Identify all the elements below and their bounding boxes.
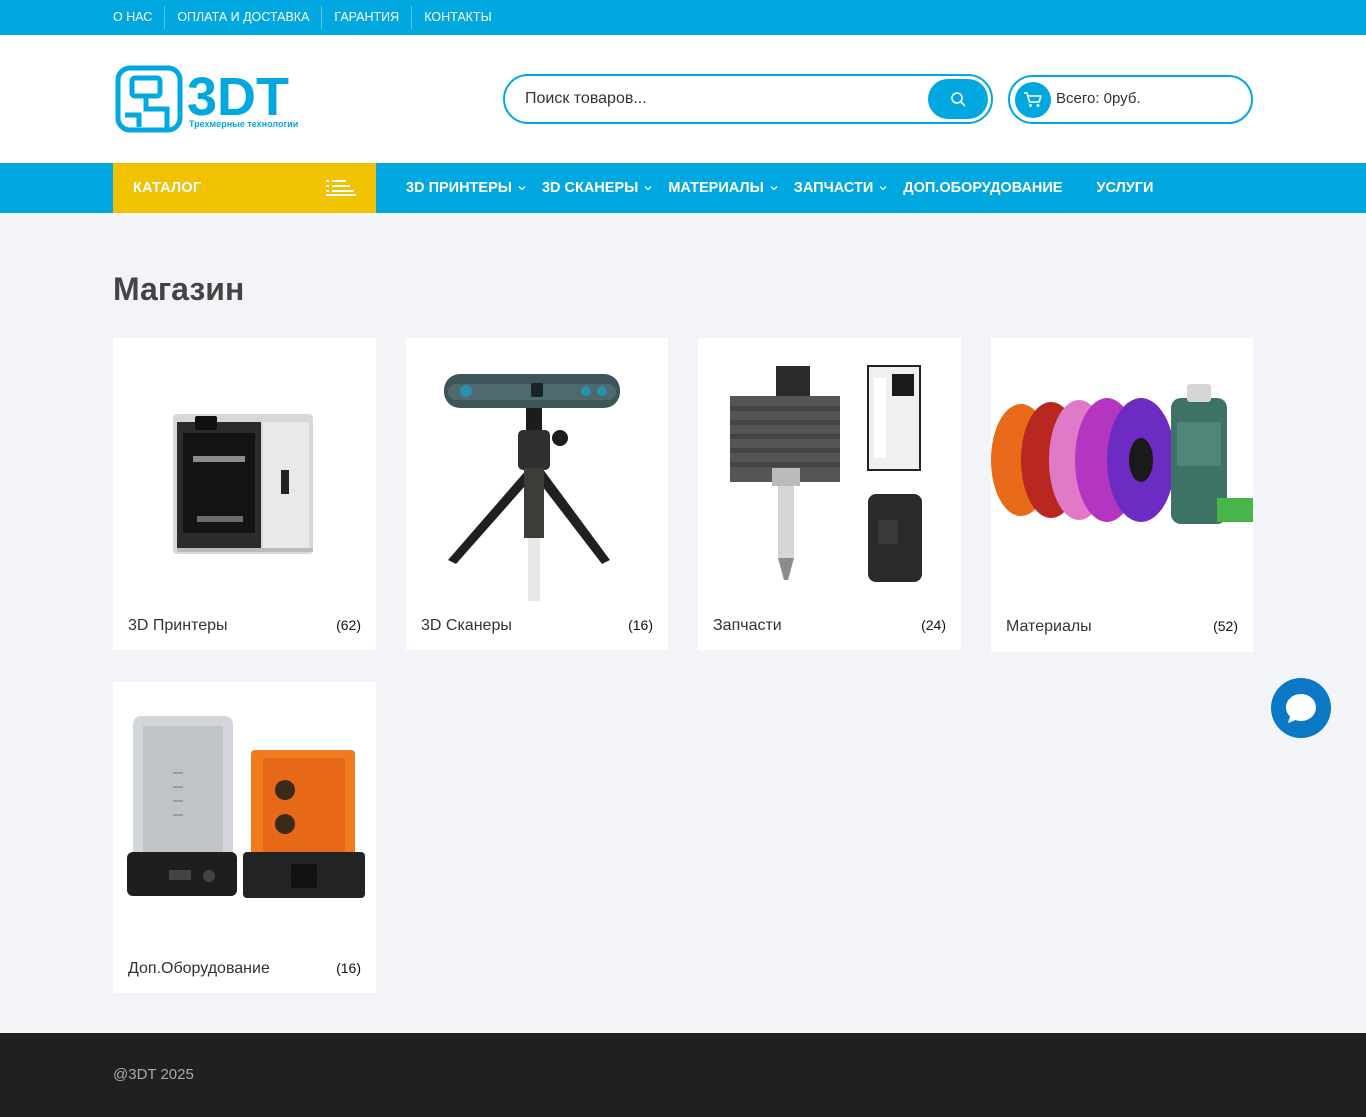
menu-list-icon [326, 180, 356, 196]
top-nav-contacts[interactable]: КОНТАКТЫ [411, 6, 503, 29]
cart-total: Всего: 0руб. [1056, 90, 1141, 107]
logo-tagline: Трехмерные технологии [189, 119, 298, 129]
logo-icon: 3DT Трехмерные технологии [115, 65, 298, 133]
category-card-3d-scanners[interactable]: 3D Сканеры (16) [406, 338, 668, 650]
chat-bubble-icon [1286, 694, 1316, 723]
site-logo[interactable]: 3DT Трехмерные технологии [115, 63, 315, 135]
page-title: Магазин [113, 271, 245, 307]
category-count: (52) [1213, 618, 1238, 634]
category-name: Материалы [1006, 618, 1092, 635]
top-nav-payment-delivery[interactable]: ОПЛАТА И ДОСТАВКА [164, 6, 321, 29]
category-image-spare-parts [730, 365, 922, 582]
category-name: Доп.Оборудование [128, 960, 270, 977]
chevron-down-icon [644, 186, 652, 191]
menu-item-extra-equipment[interactable]: ДОП.ОБОРУДОВАНИЕ [903, 180, 1062, 196]
category-image-extra-equipment [127, 716, 365, 898]
search-input[interactable] [525, 84, 915, 114]
category-count: (62) [336, 617, 361, 633]
menu-item-3d-scanners[interactable]: 3D СКАНЕРЫ [542, 180, 652, 196]
menu-item-spare-parts[interactable]: ЗАПЧАСТИ [794, 180, 887, 196]
cart-icon [1015, 82, 1051, 118]
catalog-button[interactable]: КАТАЛОГ [113, 163, 376, 213]
top-nav-about[interactable]: О НАС [113, 6, 164, 29]
main-menu: 3D ПРИНТЕРЫ 3D СКАНЕРЫ МАТЕРИАЛЫ ЗАПЧАСТ… [406, 163, 1187, 213]
footer-copyright: @3DT 2025 [113, 1066, 194, 1083]
category-count: (16) [336, 960, 361, 976]
menu-item-materials[interactable]: МАТЕРИАЛЫ [668, 180, 778, 196]
category-name: Запчасти [713, 617, 782, 634]
category-image-3d-printer [173, 414, 313, 554]
chevron-down-icon [770, 186, 778, 191]
category-count: (16) [628, 617, 653, 633]
cart-widget[interactable]: Всего: 0руб. [1008, 75, 1253, 124]
menu-item-3d-printers[interactable]: 3D ПРИНТЕРЫ [406, 180, 526, 196]
catalog-label: КАТАЛОГ [133, 180, 202, 196]
chevron-down-icon [879, 186, 887, 191]
main-nav: КАТАЛОГ 3D ПРИНТЕРЫ 3D СКАНЕРЫ МАТЕРИАЛЫ… [0, 163, 1366, 213]
top-bar: О НАС ОПЛАТА И ДОСТАВКА ГАРАНТИЯ КОНТАКТ… [0, 0, 1366, 35]
search-icon [951, 92, 966, 107]
category-image-materials [991, 384, 1253, 524]
category-image-3d-scanner [444, 374, 620, 601]
chat-button[interactable] [1271, 678, 1331, 738]
footer: @3DT 2025 [0, 1033, 1366, 1117]
category-name: 3D Сканеры [421, 617, 512, 634]
category-card-extra-equipment[interactable]: Доп.Оборудование (16) [113, 682, 376, 993]
category-name: 3D Принтеры [128, 617, 228, 634]
category-card-materials[interactable]: Материалы (52) [991, 338, 1253, 652]
category-count: (24) [921, 617, 946, 633]
category-card-spare-parts[interactable]: Запчасти (24) [698, 338, 961, 650]
logo-text: 3DT [187, 67, 289, 127]
menu-item-services[interactable]: УСЛУГИ [1096, 180, 1153, 196]
chevron-down-icon [518, 186, 526, 191]
category-card-3d-printers[interactable]: 3D Принтеры (62) [113, 338, 376, 650]
search-form [503, 74, 993, 124]
search-button[interactable] [928, 79, 988, 119]
top-nav: О НАС ОПЛАТА И ДОСТАВКА ГАРАНТИЯ КОНТАКТ… [113, 0, 504, 35]
header: 3DT Трехмерные технологии Всего: 0руб. [0, 35, 1366, 163]
top-nav-warranty[interactable]: ГАРАНТИЯ [321, 6, 411, 29]
